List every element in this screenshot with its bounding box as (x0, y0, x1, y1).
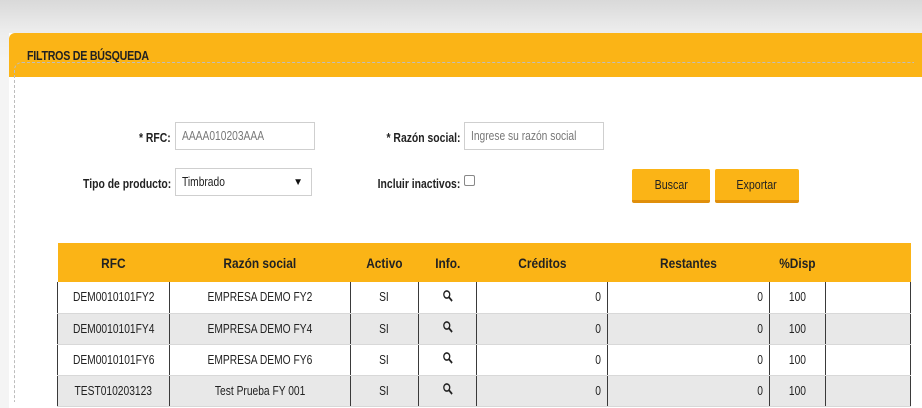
cell-disp: 100 (769, 313, 826, 345)
col-header-activo[interactable]: Activo (350, 243, 418, 282)
col-header-rfc[interactable]: RFC (58, 243, 170, 282)
cell-extra (825, 375, 911, 407)
search-icon[interactable] (442, 320, 453, 334)
table-row: DEM0010101FY4 EMPRESA DEMO FY4 SI 0 0 100 (56, 313, 911, 345)
cell-extra (825, 313, 911, 345)
table-row: TEST010203123 Test Prueba FY 001 SI 0 0 100 (56, 375, 911, 407)
incluir-inactivos-checkbox[interactable] (464, 175, 475, 186)
cell-restantes: 0 (607, 375, 770, 407)
col-header-creditos[interactable]: Créditos (477, 243, 607, 282)
col-header-restantes[interactable]: Restantes (607, 243, 769, 282)
col-header-disp[interactable]: %Disp (769, 243, 825, 282)
cell-razon-social: EMPRESA DEMO FY4 (169, 313, 351, 345)
buscar-button-label: Buscar (654, 177, 688, 192)
search-icon[interactable] (442, 382, 453, 396)
cell-creditos: 0 (476, 375, 608, 407)
cell-activo: SI (350, 282, 419, 314)
cell-disp: 100 (769, 282, 826, 314)
table-header-row: RFC Razón social Activo Info. Créditos R… (57, 243, 911, 282)
results-table: RFC Razón social Activo Info. Créditos R… (56, 243, 911, 407)
razon-social-placeholder: Ingrese su razón social (471, 129, 577, 143)
exportar-button[interactable]: Exportar (715, 169, 799, 203)
exportar-button-label: Exportar (736, 177, 778, 192)
razon-social-label: * Razón social: (386, 130, 460, 145)
cell-razon-social: Test Prueba FY 001 (169, 375, 351, 407)
cell-restantes: 0 (607, 282, 770, 314)
cell-info (418, 375, 478, 407)
cell-info (418, 313, 478, 345)
cell-rfc: TEST010203123 (56, 375, 171, 407)
buscar-button[interactable]: Buscar (632, 169, 710, 203)
search-icon[interactable] (442, 289, 453, 303)
panel-title: FILTROS DE BÚSQUEDA (27, 47, 149, 63)
chevron-down-icon: ▼ (293, 176, 303, 188)
rfc-label: * RFC: (139, 130, 171, 145)
search-icon[interactable] (442, 351, 453, 365)
cell-restantes: 0 (607, 344, 770, 376)
col-header-info[interactable]: Info. (418, 243, 476, 282)
cell-activo: SI (350, 313, 419, 345)
cell-extra (825, 282, 911, 314)
tipo-producto-select[interactable]: Timbrado ▼ (175, 168, 312, 196)
cell-info (418, 344, 478, 376)
cell-rfc: DEM0010101FY4 (56, 313, 171, 345)
cell-extra (825, 344, 911, 376)
cell-restantes: 0 (607, 313, 770, 345)
cell-creditos: 0 (476, 344, 608, 376)
rfc-input[interactable]: AAAA010203AAA (175, 122, 315, 150)
table-row: DEM0010101FY2 EMPRESA DEMO FY2 SI 0 0 100 (56, 282, 911, 314)
cell-rfc: DEM0010101FY2 (56, 282, 171, 314)
cell-razon-social: EMPRESA DEMO FY2 (169, 282, 351, 314)
rfc-placeholder: AAAA010203AAA (182, 129, 265, 143)
cell-disp: 100 (769, 375, 826, 407)
cell-rfc: DEM0010101FY6 (56, 344, 171, 376)
col-header-razon-social[interactable]: Razón social (170, 243, 350, 282)
cell-activo: SI (350, 344, 419, 376)
table-row: DEM0010101FY6 EMPRESA DEMO FY6 SI 0 0 100 (56, 344, 911, 376)
table-body: DEM0010101FY2 EMPRESA DEMO FY2 SI 0 0 100 DEM0… (56, 282, 911, 407)
cell-activo: SI (350, 375, 419, 407)
cell-creditos: 0 (476, 313, 608, 345)
razon-social-input[interactable]: Ingrese su razón social (464, 122, 604, 150)
cell-info (418, 282, 478, 314)
tipo-producto-value: Timbrado (182, 175, 225, 189)
cell-razon-social: EMPRESA DEMO FY6 (169, 344, 351, 376)
tipo-producto-label: Tipo de producto: (82, 176, 171, 191)
incluir-inactivos-label: Incluir inactivos: (377, 176, 460, 191)
col-header-extra (825, 243, 911, 282)
cell-creditos: 0 (476, 282, 608, 314)
cell-disp: 100 (769, 344, 826, 376)
